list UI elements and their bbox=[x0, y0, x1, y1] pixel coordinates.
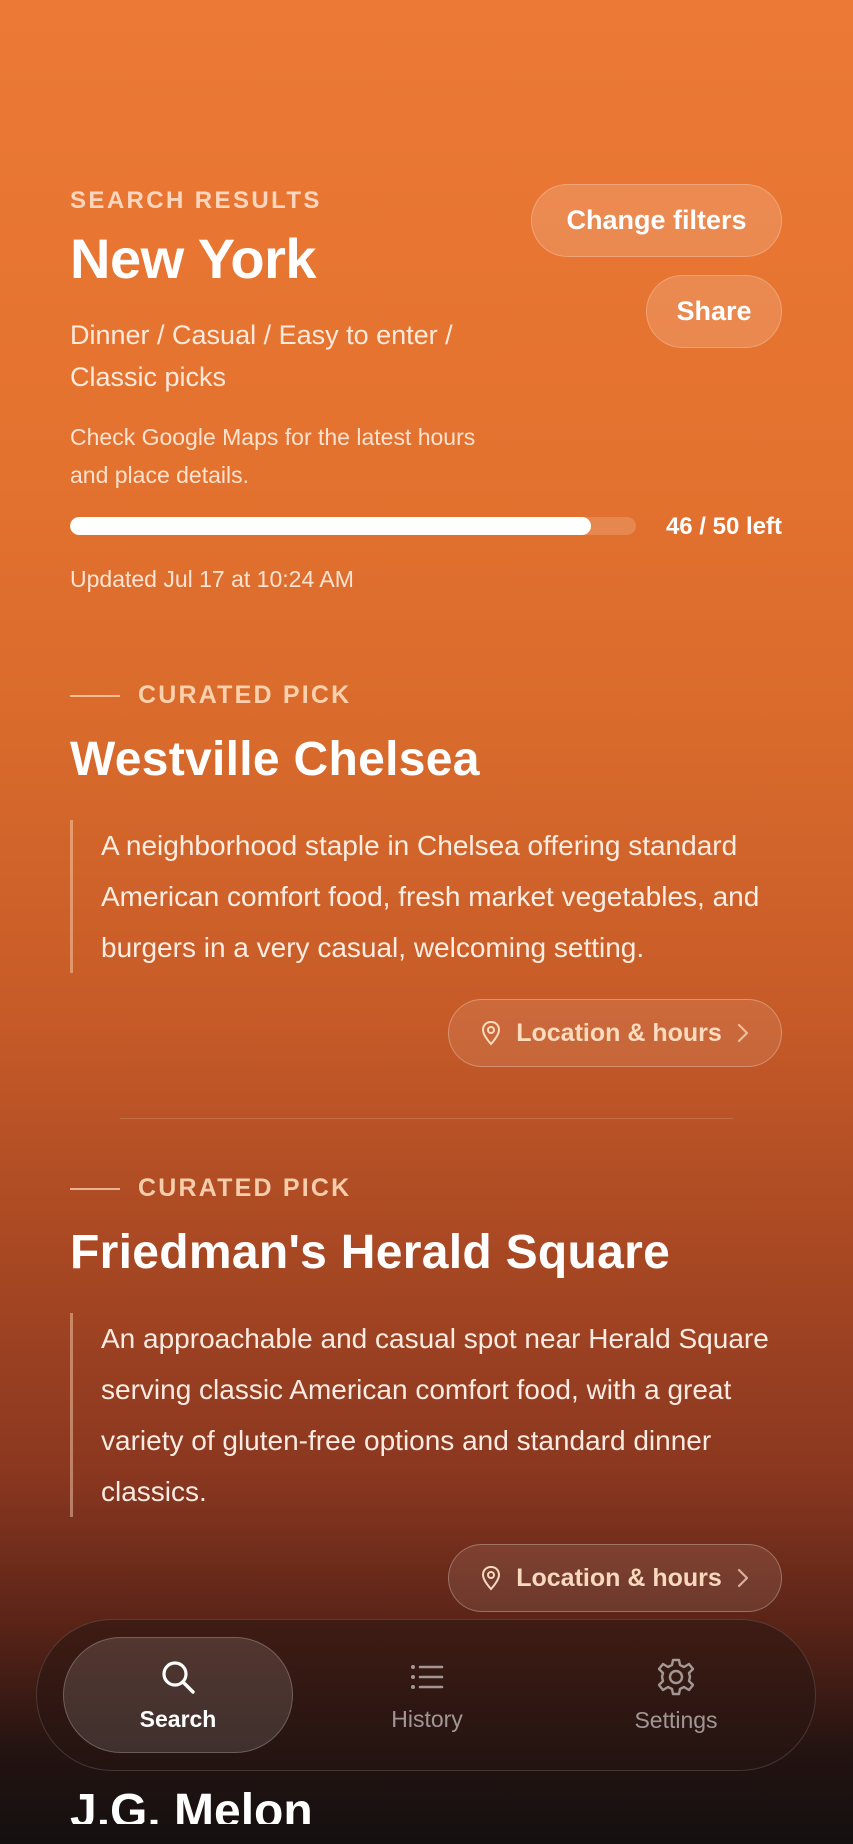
share-button[interactable]: Share bbox=[646, 275, 782, 348]
maps-notice: Check Google Maps for the latest hours a… bbox=[70, 424, 476, 488]
results-eyebrow: SEARCH RESULTS bbox=[70, 187, 322, 214]
map-pin-icon bbox=[482, 1020, 501, 1046]
tab-label: Settings bbox=[634, 1706, 718, 1733]
location-hours-label: Location & hours bbox=[516, 1018, 722, 1047]
updated-timestamp: Updated Jul 17 at 10:24 AM bbox=[70, 566, 354, 592]
tab-search[interactable]: Search bbox=[63, 1637, 293, 1753]
quota-progress-bar bbox=[70, 517, 636, 535]
search-icon bbox=[162, 1660, 195, 1694]
quota-remaining-text: 46 / 50 left bbox=[665, 513, 782, 540]
pick-eyebrow: CURATED PICK bbox=[70, 1174, 351, 1203]
page-title: New York bbox=[70, 227, 317, 290]
map-pin-icon bbox=[482, 1565, 501, 1591]
pick-name: Friedman's Herald Square bbox=[70, 1226, 671, 1279]
pick-eyebrow: CURATED PICK bbox=[70, 681, 351, 710]
pick-eyebrow-label: CURATED PICK bbox=[138, 681, 352, 709]
pick-description: A neighborhood staple in Chelsea offerin… bbox=[70, 820, 790, 973]
tab-label: History bbox=[391, 1705, 463, 1732]
chevron-right-icon bbox=[737, 1023, 748, 1043]
location-hours-button[interactable]: Location & hours bbox=[448, 999, 782, 1067]
tab-settings[interactable]: Settings bbox=[561, 1637, 791, 1753]
tab-label: Search bbox=[139, 1705, 217, 1732]
bottom-tab-bar: Search History Settings bbox=[36, 1619, 816, 1771]
tab-history[interactable]: History bbox=[312, 1637, 542, 1753]
quota-progress-fill bbox=[70, 517, 591, 535]
location-hours-label: Location & hours bbox=[516, 1563, 722, 1592]
pick-name: J.G. Melon bbox=[70, 1785, 313, 1824]
eyebrow-rule bbox=[70, 694, 120, 697]
chevron-right-icon bbox=[737, 1568, 748, 1588]
location-hours-button[interactable]: Location & hours bbox=[448, 1544, 782, 1612]
pick-eyebrow-label: CURATED PICK bbox=[138, 1174, 352, 1202]
change-filters-button[interactable]: Change filters bbox=[531, 184, 782, 257]
list-icon bbox=[411, 1664, 444, 1689]
eyebrow-rule bbox=[70, 1187, 120, 1190]
gear-icon bbox=[657, 1658, 695, 1695]
section-divider bbox=[120, 1118, 733, 1119]
filters-summary: Dinner / Casual / Easy to enter / Classi… bbox=[70, 320, 453, 392]
pick-name: Westville Chelsea bbox=[70, 733, 480, 786]
pick-description: An approachable and casual spot near Her… bbox=[70, 1313, 790, 1517]
